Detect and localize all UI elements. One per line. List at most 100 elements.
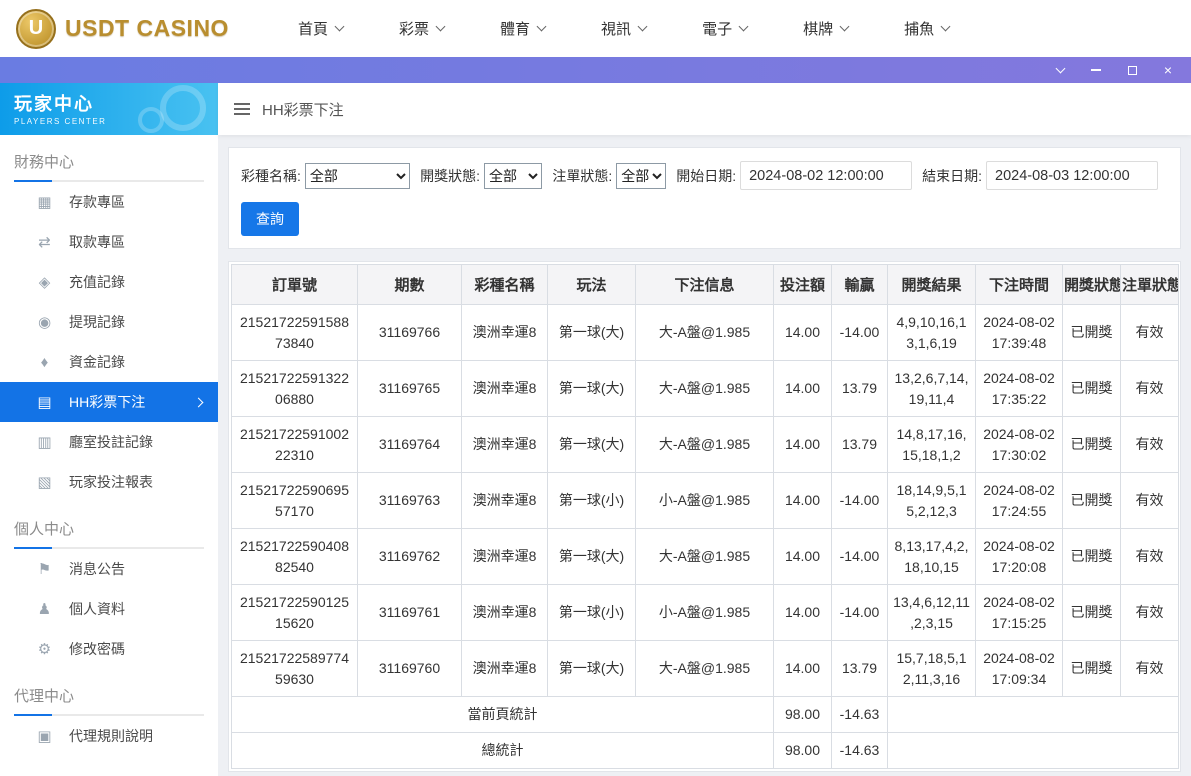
bet-info-cell: 大-A盤@1.985 — [635, 528, 774, 585]
order-status-cell: 有效 — [1120, 640, 1179, 697]
bet-time-cell: 2024-08-02 17:39:48 — [975, 304, 1063, 361]
draw-status-cell: 已開獎 — [1062, 416, 1121, 473]
play-type-cell: 第一球(小) — [547, 584, 636, 641]
nav-item-lottery[interactable]: 彩票 — [399, 18, 446, 39]
nav-item-sports[interactable]: 體育 — [500, 18, 547, 39]
table-row: 2152172259040882540 31169762 澳洲幸運8 第一球(大… — [231, 528, 1179, 585]
table-row: 2152172259012515620 31169761 澳洲幸運8 第一球(小… — [231, 584, 1179, 641]
nav-item-fishing[interactable]: 捕魚 — [904, 18, 951, 39]
total-summary-row: 總統計 98.00 -14.63 — [231, 732, 1179, 769]
order-status-select[interactable]: 全部 — [616, 162, 667, 189]
lottery-name-cell: 澳洲幸運8 — [461, 416, 548, 473]
order-no-cell: 2152172259040882540 — [231, 528, 358, 585]
main-nav: 首頁 彩票 體育 視訊 電子 棋牌 捕魚 — [298, 18, 951, 39]
play-type-cell: 第一球(大) — [547, 360, 636, 417]
draw-status-label: 開獎狀態: — [420, 167, 481, 184]
window-close-button[interactable]: × — [1161, 63, 1175, 77]
sidebar-item-deposit[interactable]: ▦ 存款專區 — [0, 182, 218, 222]
play-type-cell: 第一球(大) — [547, 528, 636, 585]
order-no-cell: 2152172259158873840 — [231, 304, 358, 361]
lottery-name-select[interactable]: 全部 — [304, 162, 411, 189]
draw-result-cell: 8,13,17,4,2,18,10,15 — [887, 528, 976, 585]
sidebar-item-change-password[interactable]: ⚙ 修改密碼 — [0, 629, 218, 669]
rules-icon: ▣ — [37, 728, 52, 745]
table-row: 2152172259158873840 31169766 澳洲幸運8 第一球(大… — [231, 304, 1179, 361]
lottery-name-cell: 澳洲幸運8 — [461, 472, 548, 529]
nav-item-chess-cards[interactable]: 棋牌 — [803, 18, 850, 39]
sidebar-item-withdrawal-records[interactable]: ◉ 提現記錄 — [0, 302, 218, 342]
window-minimize-button[interactable] — [1089, 63, 1103, 77]
order-no-cell: 2152172259012515620 — [231, 584, 358, 641]
draw-result-cell: 13,4,6,12,11,2,3,15 — [887, 584, 976, 641]
table-row: 2152172259069557170 31169763 澳洲幸運8 第一球(小… — [231, 472, 1179, 529]
sidebar-item-funds-records[interactable]: ♦ 資金記錄 — [0, 342, 218, 382]
draw-result-cell: 4,9,10,16,13,1,6,19 — [887, 304, 976, 361]
window-maximize-button[interactable] — [1125, 63, 1139, 77]
period-cell: 31169762 — [357, 528, 462, 585]
end-date-label: 結束日期: — [922, 167, 982, 184]
sidebar-item-label: 廳室投註記錄 — [69, 434, 153, 450]
order-status-label: 注單狀態: — [552, 167, 613, 184]
col-bet-time: 下注時間 — [975, 264, 1063, 305]
report-icon: ▧ — [37, 474, 52, 491]
bet-amount-cell: 14.00 — [773, 528, 832, 585]
nav-item-home[interactable]: 首頁 — [298, 18, 345, 39]
sidebar-item-hh-lottery-bets[interactable]: ▤ HH彩票下注 — [0, 382, 218, 422]
coin-icon: ◉ — [37, 314, 52, 331]
poker-chip-icon — [138, 107, 164, 133]
nav-label: 捕魚 — [904, 21, 935, 38]
nav-label: 彩票 — [399, 21, 430, 38]
draw-result-cell: 14,8,17,16,15,18,1,2 — [887, 416, 976, 473]
draw-status-cell: 已開獎 — [1062, 528, 1121, 585]
play-type-cell: 第一球(大) — [547, 640, 636, 697]
logo[interactable]: U USDT CASINO — [16, 8, 254, 49]
chevron-down-icon — [839, 21, 850, 32]
bet-time-cell: 2024-08-02 17:20:08 — [975, 528, 1063, 585]
period-cell: 31169763 — [357, 472, 462, 529]
sidebar-item-player-bet-report[interactable]: ▧ 玩家投注報表 — [0, 462, 218, 502]
content-body: 彩種名稱: 全部 開獎狀態: 全部 注單狀態: 全部 開始日期: 結束日期: — [218, 135, 1191, 776]
page-summary-row: 當前頁統計 98.00 -14.63 — [231, 696, 1179, 733]
win-loss-cell: 13.79 — [831, 360, 888, 417]
poker-chip-icon — [160, 85, 206, 131]
bet-amount-cell: 14.00 — [773, 472, 832, 529]
play-type-cell: 第一球(大) — [547, 304, 636, 361]
nav-label: 視訊 — [601, 21, 632, 38]
sidebar-item-recharge-records[interactable]: ◈ 充值記錄 — [0, 262, 218, 302]
bet-time-cell: 2024-08-02 17:09:34 — [975, 640, 1063, 697]
chevron-down-icon — [738, 21, 749, 32]
window-collapse-button[interactable] — [1053, 63, 1067, 77]
start-date-input[interactable] — [740, 161, 913, 190]
hamburger-menu-icon[interactable] — [234, 103, 250, 115]
col-order-no: 訂單號 — [231, 264, 358, 305]
chevron-down-icon — [536, 21, 547, 32]
order-status-cell: 有效 — [1120, 416, 1179, 473]
sidebar: 玩家中心 PLAYERS CENTER 財務中心 ▦ 存款專區 ⇄ 取款專區 ◈… — [0, 83, 218, 776]
sidebar-item-announcements[interactable]: ⚑ 消息公告 — [0, 549, 218, 589]
end-date-input[interactable] — [986, 161, 1158, 190]
bet-time-cell: 2024-08-02 17:24:55 — [975, 472, 1063, 529]
sidebar-item-label: 代理規則說明 — [69, 728, 153, 744]
sidebar-item-label: 個人資料 — [69, 601, 125, 617]
sidebar-item-profile[interactable]: ♟ 個人資料 — [0, 589, 218, 629]
nav-item-live-video[interactable]: 視訊 — [601, 18, 648, 39]
draw-status-cell: 已開獎 — [1062, 472, 1121, 529]
gear-icon: ⚙ — [37, 641, 52, 658]
col-bet-amount: 投注額 — [773, 264, 832, 305]
page-summary-bet-cell: 98.00 — [773, 696, 832, 733]
sidebar-item-room-bet-records[interactable]: ▥ 廳室投註記錄 — [0, 422, 218, 462]
content-area: HH彩票下注 彩種名稱: 全部 開獎狀態: 全部 注單狀態: 全部 開始日期: … — [218, 83, 1191, 776]
chevron-down-icon — [1055, 63, 1065, 74]
sidebar-item-withdrawal[interactable]: ⇄ 取款專區 — [0, 222, 218, 262]
search-button[interactable]: 查詢 — [241, 202, 299, 236]
nav-item-slots[interactable]: 電子 — [702, 18, 749, 39]
calculator-icon: ▦ — [37, 194, 52, 211]
lottery-name-label: 彩種名稱: — [241, 167, 301, 184]
order-no-cell: 2152172259132206880 — [231, 360, 358, 417]
table-row: 2152172259132206880 31169765 澳洲幸運8 第一球(大… — [231, 360, 1179, 417]
sidebar-item-agent-rules[interactable]: ▣ 代理規則說明 — [0, 716, 218, 756]
nav-label: 體育 — [500, 21, 531, 38]
bet-amount-cell: 14.00 — [773, 640, 832, 697]
draw-status-select[interactable]: 全部 — [484, 162, 543, 189]
period-cell: 31169764 — [357, 416, 462, 473]
